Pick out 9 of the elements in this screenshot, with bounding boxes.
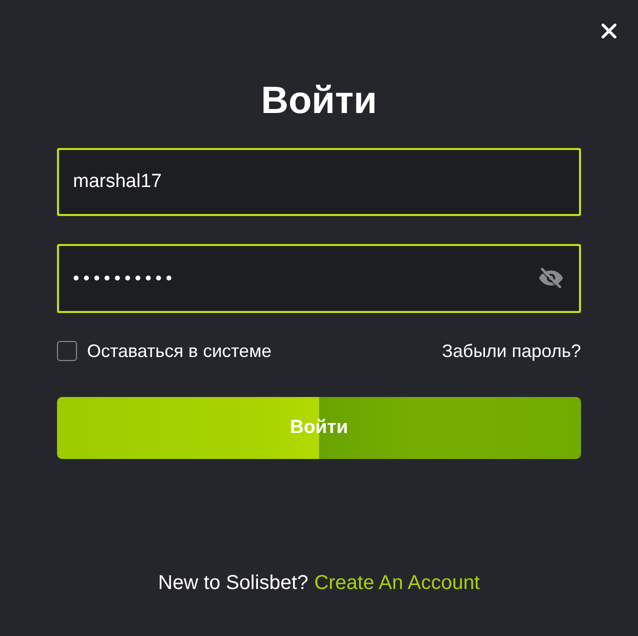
forgot-password-link[interactable]: Забыли пароль?: [442, 340, 581, 362]
create-account-link[interactable]: Create An Account: [314, 571, 480, 595]
footer-text: New to Solisbet?: [158, 571, 308, 595]
close-icon: [601, 23, 617, 39]
remember-checkbox[interactable]: [57, 341, 77, 361]
username-field[interactable]: marshal17: [57, 148, 581, 216]
login-title: Войти: [261, 79, 377, 124]
close-button[interactable]: [600, 22, 618, 40]
remember-label: Оставаться в системе: [87, 340, 272, 362]
